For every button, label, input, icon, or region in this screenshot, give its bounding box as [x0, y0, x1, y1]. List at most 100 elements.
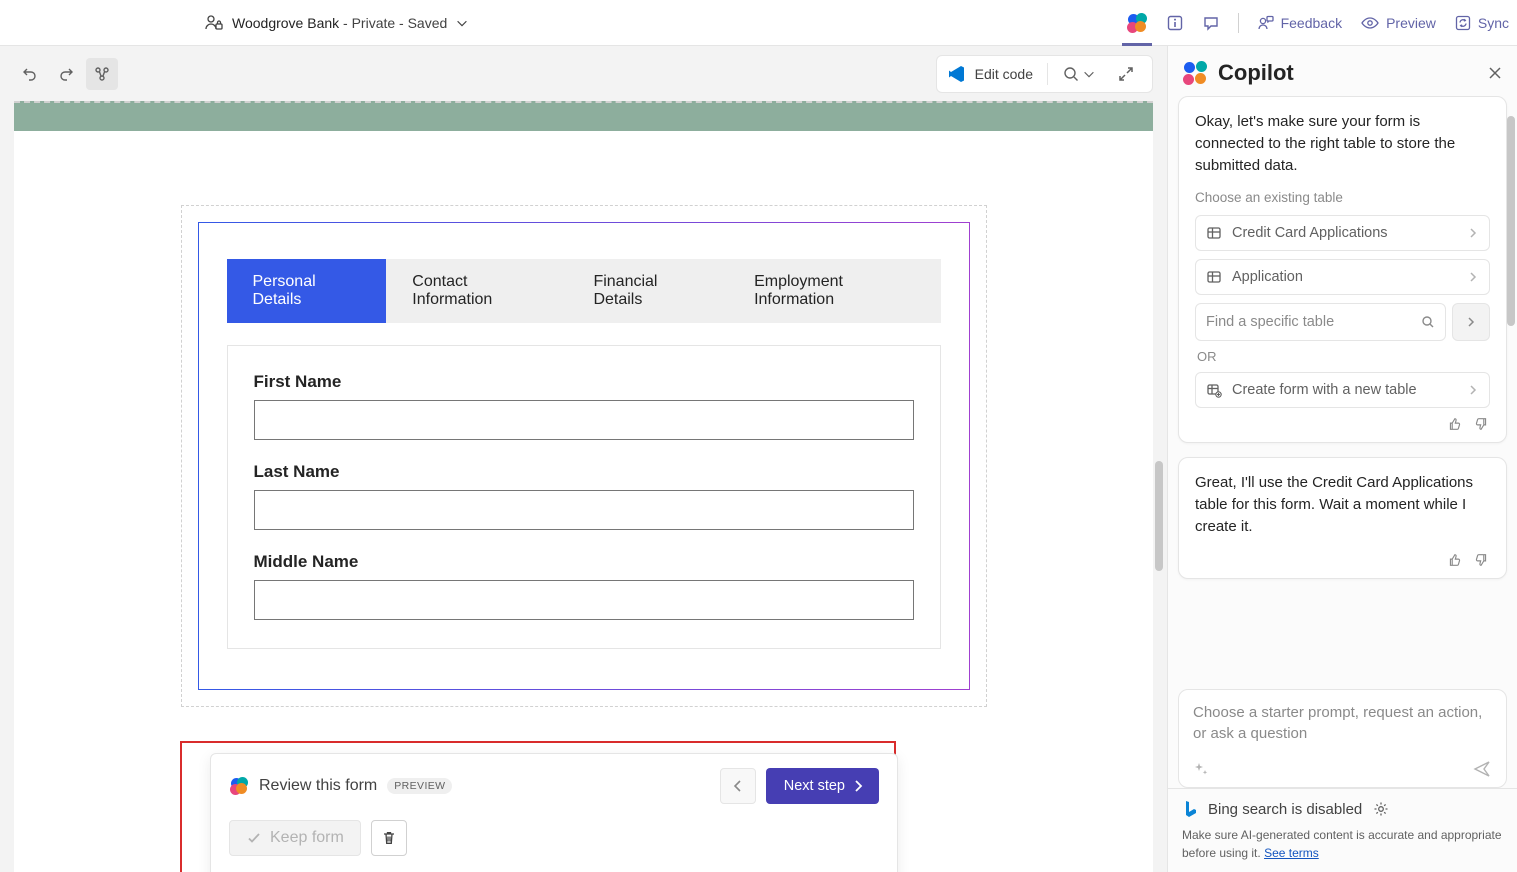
or-label: OR [1197, 349, 1488, 364]
copilot-panel: Copilot Okay, let's make sure your form … [1167, 46, 1517, 872]
review-card: Review this form PREVIEW Next step Keep … [210, 753, 898, 872]
site-status: - Private - Saved [339, 15, 447, 31]
tab-personal-details[interactable]: Personal Details [227, 259, 387, 323]
form-tabs: Personal Details Contact Information Fin… [227, 259, 941, 323]
copilot-icon [1126, 12, 1148, 34]
page-header-band [14, 101, 1153, 131]
undo-button[interactable] [14, 58, 46, 90]
sync-icon [1454, 14, 1472, 32]
chevron-right-icon [1465, 316, 1477, 328]
people-lock-icon [204, 13, 224, 33]
site-picker[interactable]: Woodgrove Bank - Private - Saved [204, 13, 469, 33]
app-titlebar: Woodgrove Bank - Private - Saved Feedbac… [0, 0, 1517, 46]
form-fields: First Name Last Name Middle Name [227, 345, 941, 649]
info-tab-button[interactable] [1166, 14, 1184, 32]
field-first-name: First Name [254, 372, 914, 440]
copilot-disclaimer: Make sure AI-generated content is accura… [1182, 827, 1503, 862]
table-option-credit-card[interactable]: Credit Card Applications [1195, 215, 1490, 251]
bing-settings-button[interactable] [1372, 800, 1390, 818]
canvas-toolbar: Edit code [0, 46, 1167, 101]
comments-button[interactable] [1202, 14, 1220, 32]
send-button[interactable] [1472, 759, 1492, 779]
site-name: Woodgrove Bank [232, 15, 339, 31]
eye-icon [1360, 14, 1380, 32]
review-prev-button[interactable] [720, 768, 756, 804]
create-new-table-option[interactable]: Create form with a new table [1195, 372, 1490, 408]
preview-badge: PREVIEW [387, 778, 452, 794]
zoom-button[interactable] [1062, 58, 1096, 90]
copilot-tab-button[interactable] [1126, 12, 1148, 34]
chevron-down-icon [455, 16, 469, 30]
gear-icon [1372, 800, 1390, 818]
table-option-application[interactable]: Application [1195, 259, 1490, 295]
create-label: Create form with a new table [1232, 382, 1417, 398]
topbar-actions: Feedback Preview Sync [1126, 12, 1509, 34]
graph-button[interactable] [86, 58, 118, 90]
keep-label: Keep form [270, 829, 344, 847]
vscode-icon [947, 64, 967, 84]
copilot-terms-link[interactable]: See terms [1264, 846, 1319, 860]
expand-button[interactable] [1110, 58, 1142, 90]
copilot-icon [229, 776, 249, 796]
review-title: Review this form [259, 777, 377, 795]
send-icon [1472, 759, 1492, 779]
design-canvas-column: Edit code Personal Details Contact Infor… [0, 46, 1167, 872]
middle-name-label: Middle Name [254, 552, 914, 572]
keep-form-button[interactable]: Keep form [229, 820, 361, 856]
form-selected-outline: Personal Details Contact Information Fin… [198, 222, 970, 690]
choose-table-label: Choose an existing table [1195, 190, 1490, 205]
bing-icon [1182, 799, 1198, 819]
copilot-msg2-text: Great, I'll use the Credit Card Applicat… [1195, 472, 1490, 537]
review-next-button[interactable]: Next step [766, 768, 879, 804]
table-icon [1206, 269, 1222, 285]
first-name-label: First Name [254, 372, 914, 392]
msg1-thumbs-down[interactable] [1474, 416, 1490, 432]
next-label: Next step [784, 778, 845, 794]
copilot-scrollbar[interactable] [1507, 106, 1515, 702]
separator [1047, 63, 1048, 85]
middle-name-input[interactable] [254, 580, 914, 620]
search-icon [1421, 315, 1435, 329]
check-icon [246, 830, 262, 846]
find-placeholder: Find a specific table [1206, 314, 1334, 330]
feedback-button[interactable]: Feedback [1257, 14, 1342, 32]
review-annotation: Review this form PREVIEW Next step Keep … [180, 741, 896, 872]
first-name-input[interactable] [254, 400, 914, 440]
copilot-message-1: Okay, let's make sure your form is conne… [1178, 96, 1507, 443]
canvas-right-tools: Edit code [936, 55, 1153, 93]
edit-code-button[interactable]: Edit code [947, 64, 1033, 84]
copilot-msg1-text: Okay, let's make sure your form is conne… [1195, 111, 1490, 176]
preview-label: Preview [1386, 15, 1436, 31]
sync-label: Sync [1478, 15, 1509, 31]
field-middle-name: Middle Name [254, 552, 914, 620]
separator [1238, 13, 1239, 33]
copilot-footer: Bing search is disabled Make sure AI-gen… [1168, 788, 1517, 872]
sync-button[interactable]: Sync [1454, 14, 1509, 32]
bing-status: Bing search is disabled [1208, 801, 1362, 818]
preview-button[interactable]: Preview [1360, 14, 1436, 32]
canvas-scrollbar[interactable] [1155, 101, 1163, 872]
copilot-icon [1182, 60, 1208, 86]
tab-financial-details[interactable]: Financial Details [567, 259, 728, 323]
last-name-input[interactable] [254, 490, 914, 530]
msg2-thumbs-up[interactable] [1446, 552, 1462, 568]
msg1-thumbs-up[interactable] [1446, 416, 1462, 432]
form-container[interactable]: Personal Details Contact Information Fin… [181, 205, 987, 707]
redo-button[interactable] [50, 58, 82, 90]
table-icon [1206, 225, 1222, 241]
copilot-close-button[interactable] [1487, 65, 1503, 81]
find-next-button[interactable] [1452, 303, 1490, 341]
field-last-name: Last Name [254, 462, 914, 530]
copilot-title: Copilot [1218, 60, 1294, 86]
copilot-message-2: Great, I'll use the Credit Card Applicat… [1178, 457, 1507, 578]
person-feedback-icon [1257, 14, 1275, 32]
tab-contact-information[interactable]: Contact Information [386, 259, 567, 323]
delete-form-button[interactable] [371, 820, 407, 856]
option-label: Application [1232, 269, 1303, 285]
msg2-thumbs-down[interactable] [1474, 552, 1490, 568]
feedback-label: Feedback [1281, 15, 1342, 31]
tab-employment-information[interactable]: Employment Information [728, 259, 940, 323]
last-name-label: Last Name [254, 462, 914, 482]
copilot-input[interactable]: Choose a starter prompt, request an acti… [1178, 689, 1507, 789]
find-table-input[interactable]: Find a specific table [1195, 303, 1446, 341]
